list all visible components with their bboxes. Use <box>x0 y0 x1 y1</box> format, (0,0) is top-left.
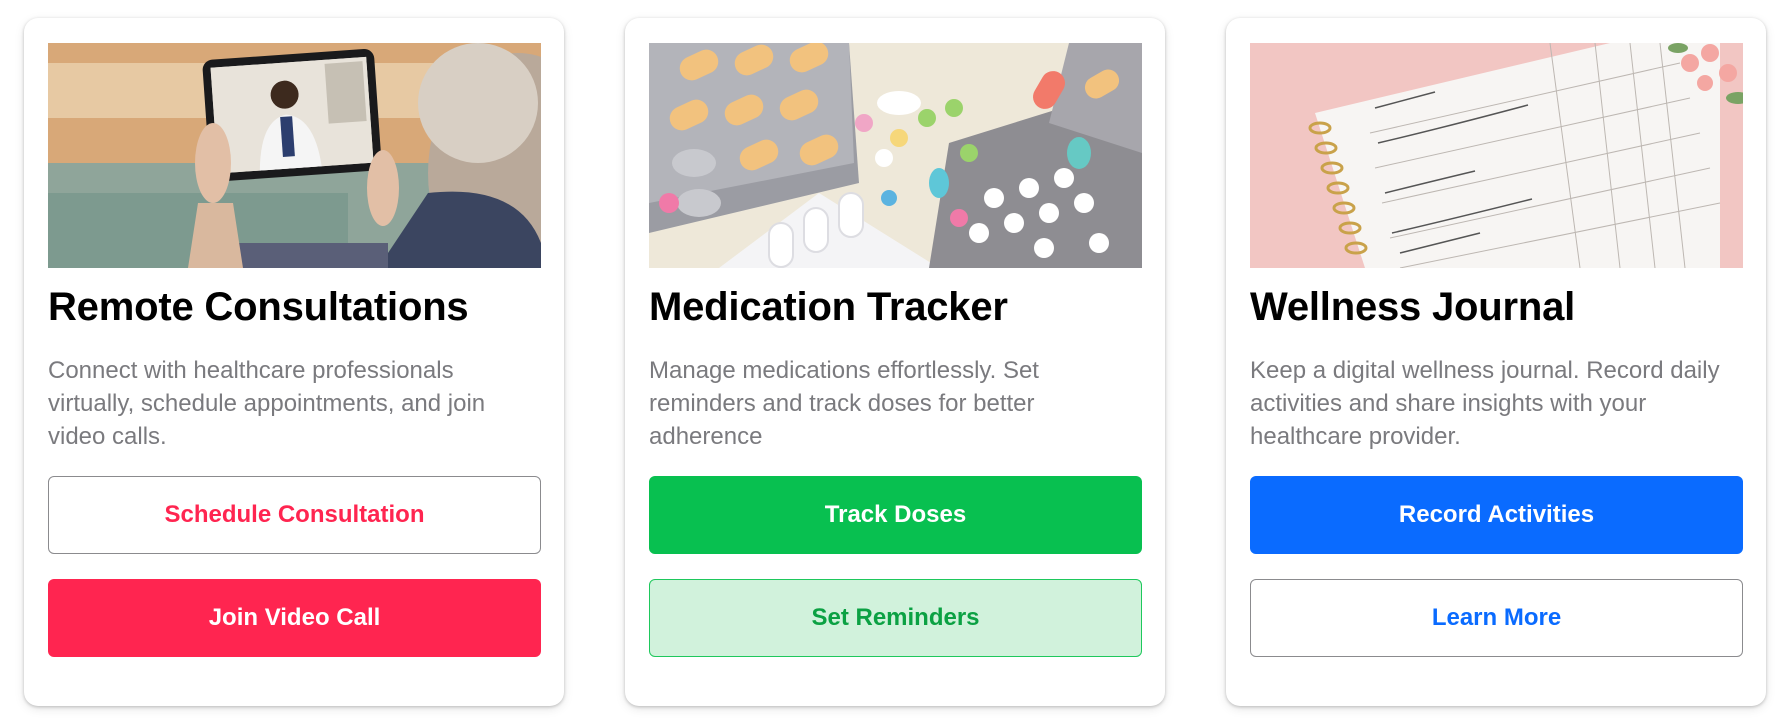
record-activities-button[interactable]: Record Activities <box>1250 476 1743 554</box>
card-description: Manage medications effortlessly. Set rem… <box>649 357 1039 450</box>
learn-more-button[interactable]: Learn More <box>1250 579 1743 657</box>
telehealth-photo <box>48 43 541 268</box>
set-reminders-button[interactable]: Set Reminders <box>649 579 1142 657</box>
join-video-call-button[interactable]: Join Video Call <box>48 579 541 657</box>
track-doses-button[interactable]: Track Doses <box>649 476 1142 554</box>
card-title: Wellness Journal <box>1250 285 1576 329</box>
wellness-journal-photo <box>1250 43 1743 268</box>
card-medication-tracker: Medication Tracker Manage medications ef… <box>625 18 1165 706</box>
pills-photo <box>649 43 1142 268</box>
card-remote-consultations: Remote Consultations Connect with health… <box>24 18 564 706</box>
card-title: Medication Tracker <box>649 285 1008 329</box>
schedule-consultation-button[interactable]: Schedule Consultation <box>48 476 541 554</box>
card-description: Connect with healthcare professionals vi… <box>48 357 486 450</box>
card-title: Remote Consultations <box>48 285 469 329</box>
card-description: Keep a digital wellness journal. Record … <box>1250 357 1720 450</box>
card-wellness-journal: Wellness Journal Keep a digital wellness… <box>1226 18 1766 706</box>
